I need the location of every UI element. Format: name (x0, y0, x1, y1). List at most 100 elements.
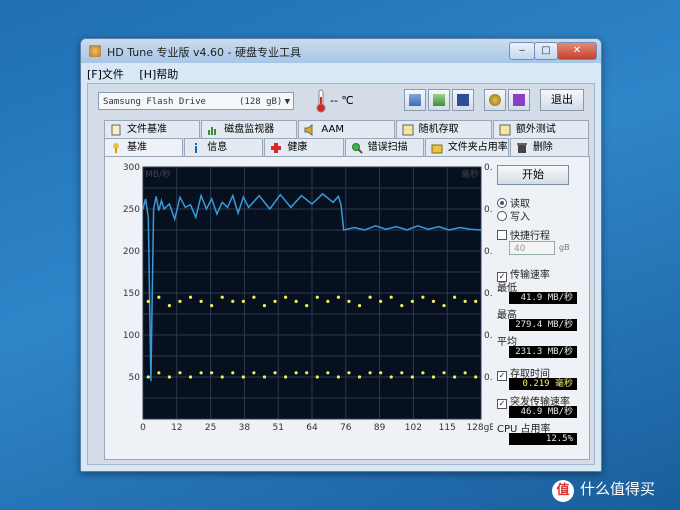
access-time-point (421, 295, 425, 299)
burst-rate-value: 46.9 MB/秒 (509, 406, 577, 418)
y-tick-label: 150 (123, 289, 140, 299)
access-time-check: ✓ (497, 371, 507, 381)
cpu-usage-value: 12.5% (509, 433, 577, 445)
access-time-point (262, 304, 267, 308)
access-time-point (252, 295, 256, 299)
short-stroke-unit: gB (559, 243, 570, 252)
copy-screenshot-button[interactable] (428, 89, 450, 111)
access-time-point (410, 375, 414, 379)
access-time-point (241, 299, 245, 303)
access-time-point (178, 371, 182, 375)
options-button[interactable] (484, 89, 506, 111)
access-time-point (188, 295, 193, 299)
x-tick-label: 38 (239, 423, 251, 433)
access-time-point (357, 304, 362, 308)
access-time-point (283, 375, 288, 379)
copy-info-icon (409, 94, 421, 106)
access-time-point (474, 299, 478, 303)
download-button[interactable] (508, 89, 530, 111)
access-time-point (305, 304, 309, 308)
access-time-point (400, 304, 404, 308)
tab-aam[interactable]: AAM (298, 120, 395, 138)
access-time-point (146, 375, 150, 379)
menu-file[interactable]: [F]文件 (87, 68, 124, 81)
y2-tick-label: 0.30 (484, 289, 493, 299)
access-time-point (452, 375, 457, 379)
access-time-point (178, 299, 182, 303)
tab-file-benchmark[interactable]: 文件基准 (104, 120, 201, 138)
short-stroke-checkbox[interactable]: 快捷行程 (497, 227, 550, 242)
start-button[interactable]: 开始 (497, 165, 569, 185)
tab-erase[interactable]: 删除 (509, 138, 590, 156)
copy-info-button[interactable] (404, 89, 426, 111)
write-radio[interactable]: 写入 (497, 208, 530, 223)
minimize-button[interactable]: ‒ (509, 42, 535, 60)
maximize-button[interactable]: □ (534, 42, 558, 60)
y-axis-label: MB/秒 (145, 168, 171, 180)
tab-folder-usage[interactable]: 文件夹占用率 (424, 138, 509, 156)
access-time-point (167, 304, 172, 308)
y-tick-label: 300 (123, 163, 140, 173)
tab-disk-monitor[interactable]: 磁盘监视器 (201, 120, 298, 138)
access-time-point (379, 371, 383, 375)
access-time-point (231, 371, 235, 375)
access-time-point (210, 304, 214, 308)
tab-row-1: 文件基准 磁盘监视器 AAM 随机存取 额外测试 (104, 120, 590, 138)
access-time-point (326, 371, 330, 375)
close-button[interactable]: ✕ (557, 42, 597, 60)
tab-random-access[interactable]: 随机存取 (395, 120, 492, 138)
folder-usage-icon (431, 144, 443, 154)
x-tick-label: 0 (140, 423, 146, 433)
access-time-point (241, 375, 245, 379)
menu-help[interactable]: [H]帮助 (139, 68, 178, 81)
access-time-point (347, 371, 351, 375)
tab-extra-tests[interactable]: 额外测试 (492, 120, 590, 138)
title-bar[interactable]: HD Tune 专业版 v4.60 - 硬盘专业工具 ‒ □ ✕ (81, 39, 601, 63)
access-time-point (283, 295, 288, 299)
access-time-point (188, 375, 193, 379)
avg-value: 231.3 MB/秒 (509, 346, 577, 358)
benchmark-panel: MB/秒毫秒300250200150100500.600.500.400.300… (104, 156, 590, 460)
access-time-point (157, 295, 161, 299)
access-time-point (452, 295, 457, 299)
tab-health[interactable]: 健康 (264, 138, 344, 156)
watermark-logo: 值 (552, 480, 574, 502)
access-time-point (273, 299, 277, 303)
disk-monitor-icon (208, 127, 217, 135)
x-tick-label: 89 (374, 423, 386, 433)
access-time-point (431, 375, 436, 379)
tab-error-scan[interactable]: 错误扫描 (344, 138, 424, 156)
save-button[interactable] (452, 89, 474, 111)
access-time-point (294, 371, 298, 375)
access-time-point (326, 299, 330, 303)
tab-info[interactable]: 信息 (184, 138, 264, 156)
access-time-point (442, 304, 446, 308)
x-tick-label: 51 (272, 423, 283, 433)
hdtune-window: HD Tune 专业版 v4.60 - 硬盘专业工具 ‒ □ ✕ [F]文件 [… (80, 38, 602, 472)
menu-bar: [F]文件 [H]帮助 (87, 66, 190, 82)
access-time-point (199, 371, 203, 375)
access-time-point (231, 299, 235, 303)
x-tick-label: 64 (306, 423, 318, 433)
x-tick-label: 12 (171, 423, 182, 433)
read-radio-dot (497, 198, 507, 208)
drive-select[interactable]: Samsung Flash Drive (128 gB) ▼ (98, 92, 294, 110)
access-time-point (357, 375, 362, 379)
options-icon (489, 94, 501, 106)
access-time-point (474, 375, 478, 379)
extra-tests-icon (499, 124, 511, 136)
watermark-text: 什么值得买 (580, 480, 656, 498)
erase-icon (516, 143, 527, 153)
exit-button[interactable]: 退出 (540, 89, 584, 111)
access-time-point (199, 299, 203, 303)
y2-axis-label: 毫秒 (461, 168, 479, 180)
access-time-point (389, 375, 393, 379)
x-tick-label: 115 (439, 423, 456, 433)
short-stroke-input[interactable]: 40 (509, 241, 555, 255)
file-benchmark-icon (111, 124, 121, 136)
info-icon (195, 143, 198, 153)
tab-benchmark[interactable]: 基准 (104, 138, 184, 156)
y-tick-label: 200 (123, 247, 140, 257)
access-time-point (368, 295, 372, 299)
access-time-point (294, 299, 298, 303)
